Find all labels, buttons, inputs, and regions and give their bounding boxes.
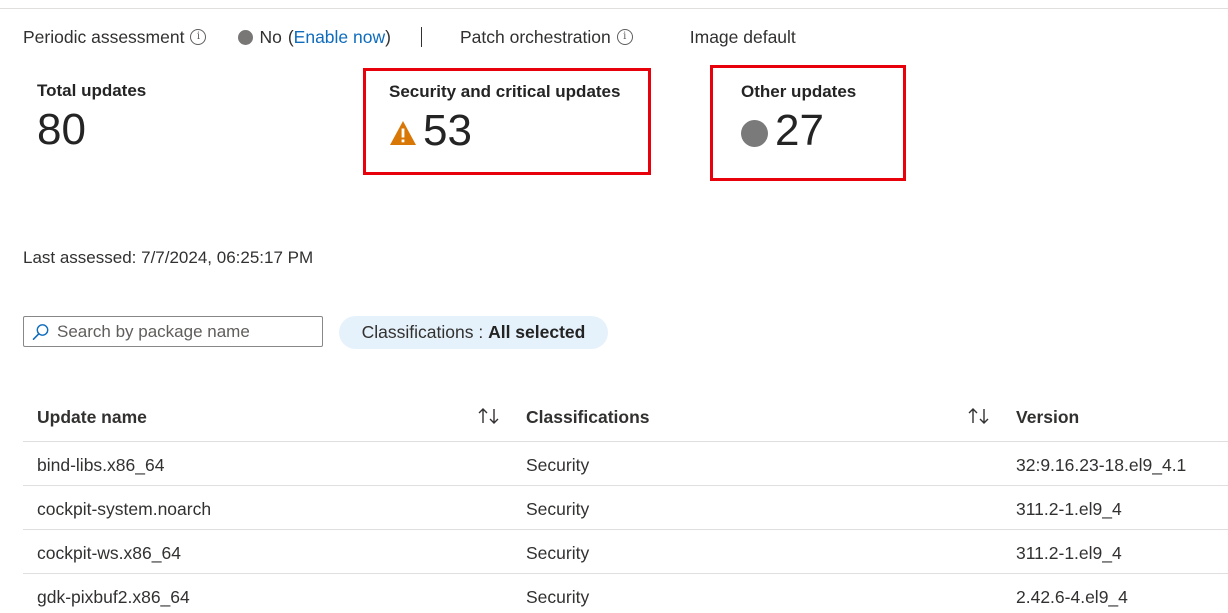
paren-close: ) — [385, 26, 391, 47]
filter-label: Classifications : — [361, 322, 489, 342]
search-box[interactable] — [23, 316, 323, 347]
periodic-assessment-label: Periodic assessment — [23, 26, 185, 47]
sort-icon[interactable] — [966, 405, 992, 427]
classification-cell: Security — [526, 455, 590, 475]
sort-icon[interactable] — [476, 405, 502, 427]
top-divider — [0, 8, 1228, 9]
filter-value: All selected — [488, 322, 586, 342]
classification-cell: Security — [526, 543, 590, 563]
classification-cell: Security — [526, 499, 590, 519]
card-title: Total updates — [37, 81, 147, 100]
update-name-cell: cockpit-ws.x86_64 — [37, 543, 181, 563]
separator — [420, 27, 422, 47]
version-cell: 311.2-1.el9_4 — [1016, 543, 1122, 563]
table-row[interactable]: gdk-pixbuf2.x86_64 Security 2.42.6-4.el9… — [23, 574, 1228, 613]
column-header-update-name[interactable]: Update name — [37, 407, 147, 428]
security-updates-card[interactable]: Security and critical updates 53 — [363, 68, 651, 175]
version-cell: 311.2-1.el9_4 — [1016, 499, 1122, 519]
card-title: Other updates — [741, 82, 857, 101]
periodic-assessment-value: No — [259, 26, 282, 47]
updates-page: Periodic assessment i No ( Enable now ) … — [0, 0, 1228, 613]
classification-cell: Security — [526, 587, 590, 607]
patch-orchestration-value: Image default — [689, 26, 796, 47]
total-updates-card: Total updates 80 — [37, 81, 146, 152]
gray-circle-icon — [741, 119, 768, 147]
table-row[interactable]: cockpit-ws.x86_64 Security 311.2-1.el9_4 — [23, 530, 1228, 574]
info-icon[interactable]: i — [616, 29, 633, 45]
security-updates-count: 53 — [423, 106, 472, 155]
search-input[interactable] — [57, 321, 307, 342]
info-icon[interactable]: i — [190, 29, 207, 45]
enable-now-link[interactable]: Enable now — [294, 27, 385, 48]
status-dot-icon — [238, 29, 254, 45]
other-updates-card[interactable]: Other updates 27 — [710, 65, 906, 181]
total-updates-count: 80 — [37, 105, 86, 154]
version-cell: 32:9.16.23-18.el9_4.1 — [1016, 455, 1187, 475]
search-icon — [32, 323, 49, 340]
table-row[interactable]: cockpit-system.noarch Security 311.2-1.e… — [23, 486, 1228, 530]
table-row[interactable]: bind-libs.x86_64 Security 32:9.16.23-18.… — [23, 442, 1228, 486]
column-header-classifications[interactable]: Classifications — [526, 407, 650, 428]
updates-table: Update name Classifications Version bind… — [23, 395, 1228, 613]
other-updates-count: 27 — [775, 106, 824, 155]
warning-icon — [390, 121, 416, 145]
status-row: Periodic assessment i No ( Enable now ) … — [23, 25, 796, 49]
card-title: Security and critical updates — [389, 82, 621, 101]
update-name-cell: gdk-pixbuf2.x86_64 — [37, 587, 190, 607]
update-name-cell: bind-libs.x86_64 — [37, 455, 165, 475]
column-header-version[interactable]: Version — [1016, 407, 1079, 428]
classifications-filter-pill[interactable]: Classifications : All selected — [339, 316, 608, 349]
table-header: Update name Classifications Version — [23, 395, 1228, 442]
patch-orchestration-label: Patch orchestration — [459, 26, 611, 47]
last-assessed-text: Last assessed: 7/7/2024, 06:25:17 PM — [23, 248, 314, 267]
update-name-cell: cockpit-system.noarch — [37, 499, 212, 519]
version-cell: 2.42.6-4.el9_4 — [1016, 587, 1128, 607]
